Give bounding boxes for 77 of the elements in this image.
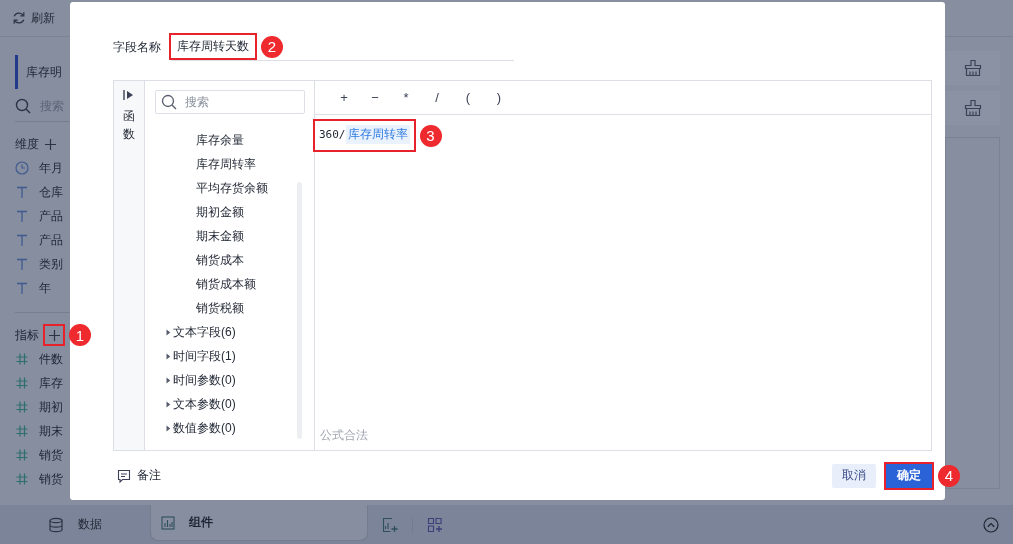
tool-button[interactable] xyxy=(945,51,1000,85)
tab[interactable]: 数据 xyxy=(14,505,136,544)
dimension-item[interactable]: 年月 xyxy=(39,159,63,177)
functions-tab[interactable]: 函数 xyxy=(114,81,145,450)
brush-icon xyxy=(963,59,982,77)
field-item[interactable]: 库存周转率 xyxy=(145,152,314,176)
formula-status: 公式合法 xyxy=(319,427,369,444)
plus-icon xyxy=(48,329,60,341)
number-type-icon xyxy=(15,352,29,366)
clock-icon xyxy=(15,161,29,175)
field-item[interactable]: 销货税额 xyxy=(145,296,314,320)
confirm-button[interactable]: 确定 xyxy=(886,463,932,488)
brush-icon xyxy=(963,99,982,117)
measure-item[interactable]: 销货 xyxy=(39,470,63,488)
text-type-icon xyxy=(15,185,29,199)
callout-badge: 4 xyxy=(938,464,960,487)
search-icon xyxy=(15,98,31,114)
expand-icon xyxy=(123,89,135,101)
text-type-icon xyxy=(15,257,29,271)
dimension-item[interactable]: 产品 xyxy=(39,207,63,225)
operator-button[interactable]: / xyxy=(429,90,445,105)
add-layout-icon[interactable] xyxy=(427,516,443,533)
formula-expression[interactable]: 360/ 库存周转率 xyxy=(315,121,414,150)
field-item[interactable]: 销货成本额 xyxy=(145,272,314,296)
callout-badge: 3 xyxy=(419,124,442,147)
measure-item[interactable]: 期初 xyxy=(39,398,63,416)
number-type-icon xyxy=(15,448,29,462)
number-type-icon xyxy=(15,472,29,486)
field-group[interactable]: 数值参数(0) xyxy=(145,416,314,440)
number-type-icon xyxy=(15,400,29,414)
field-name-input[interactable]: 库存周转天数 xyxy=(171,35,255,58)
number-type-icon xyxy=(15,376,29,390)
collapse-icon[interactable] xyxy=(983,516,999,533)
add-chart-icon[interactable] xyxy=(382,516,398,533)
field-group[interactable]: 时间参数(0) xyxy=(145,368,314,392)
search-icon xyxy=(161,94,177,110)
measure-item[interactable]: 件数 xyxy=(39,350,63,368)
section-title: 维度 xyxy=(15,135,39,153)
callout-badge: 2 xyxy=(261,35,283,58)
dimension-item[interactable]: 类别 xyxy=(39,255,63,273)
field-group[interactable]: 文本参数(0) xyxy=(145,392,314,416)
measure-item[interactable]: 库存 xyxy=(39,374,63,392)
callout-badge: 1 xyxy=(69,324,91,346)
operator-button[interactable]: * xyxy=(398,90,414,105)
database-icon xyxy=(48,516,64,533)
dimension-item[interactable]: 仓库 xyxy=(39,183,63,201)
field-name-label: 字段名称 xyxy=(113,38,161,56)
field-group[interactable]: 时间字段(1) xyxy=(145,344,314,368)
dimension-item[interactable]: 产品 xyxy=(39,231,63,249)
text-type-icon xyxy=(15,281,29,295)
bar-chart-icon xyxy=(161,515,175,530)
operator-button[interactable]: ) xyxy=(491,90,507,105)
field-item[interactable]: 期末金额 xyxy=(145,224,314,248)
refresh-icon xyxy=(12,11,26,25)
operator-button[interactable]: ( xyxy=(460,90,476,105)
tab[interactable]: 组件 xyxy=(150,505,368,541)
comment-icon xyxy=(117,468,131,483)
dimension-item[interactable]: 年 xyxy=(39,279,51,297)
field-item[interactable]: 期初金额 xyxy=(145,200,314,224)
field-item[interactable]: 销货成本 xyxy=(145,248,314,272)
add-icon[interactable] xyxy=(45,138,56,150)
field-item[interactable]: 平均存货余额 xyxy=(145,176,314,200)
note-button[interactable]: 备注 xyxy=(117,467,161,484)
field-group[interactable]: 文本字段(6) xyxy=(145,320,314,344)
refresh-button[interactable]: 刷新 xyxy=(12,9,55,27)
measure-item[interactable]: 销货 xyxy=(39,446,63,464)
add-button[interactable] xyxy=(45,326,63,344)
measure-item[interactable]: 期末 xyxy=(39,422,63,440)
section-title: 指标 xyxy=(15,326,39,344)
field-item[interactable]: 库存余量 xyxy=(145,128,314,152)
text-type-icon xyxy=(15,209,29,223)
operator-button[interactable]: + xyxy=(336,90,352,105)
number-type-icon xyxy=(15,424,29,438)
operator-button[interactable]: − xyxy=(367,90,383,105)
cancel-button[interactable]: 取消 xyxy=(832,463,876,488)
text-type-icon xyxy=(15,233,29,247)
tool-button[interactable] xyxy=(945,91,1000,125)
